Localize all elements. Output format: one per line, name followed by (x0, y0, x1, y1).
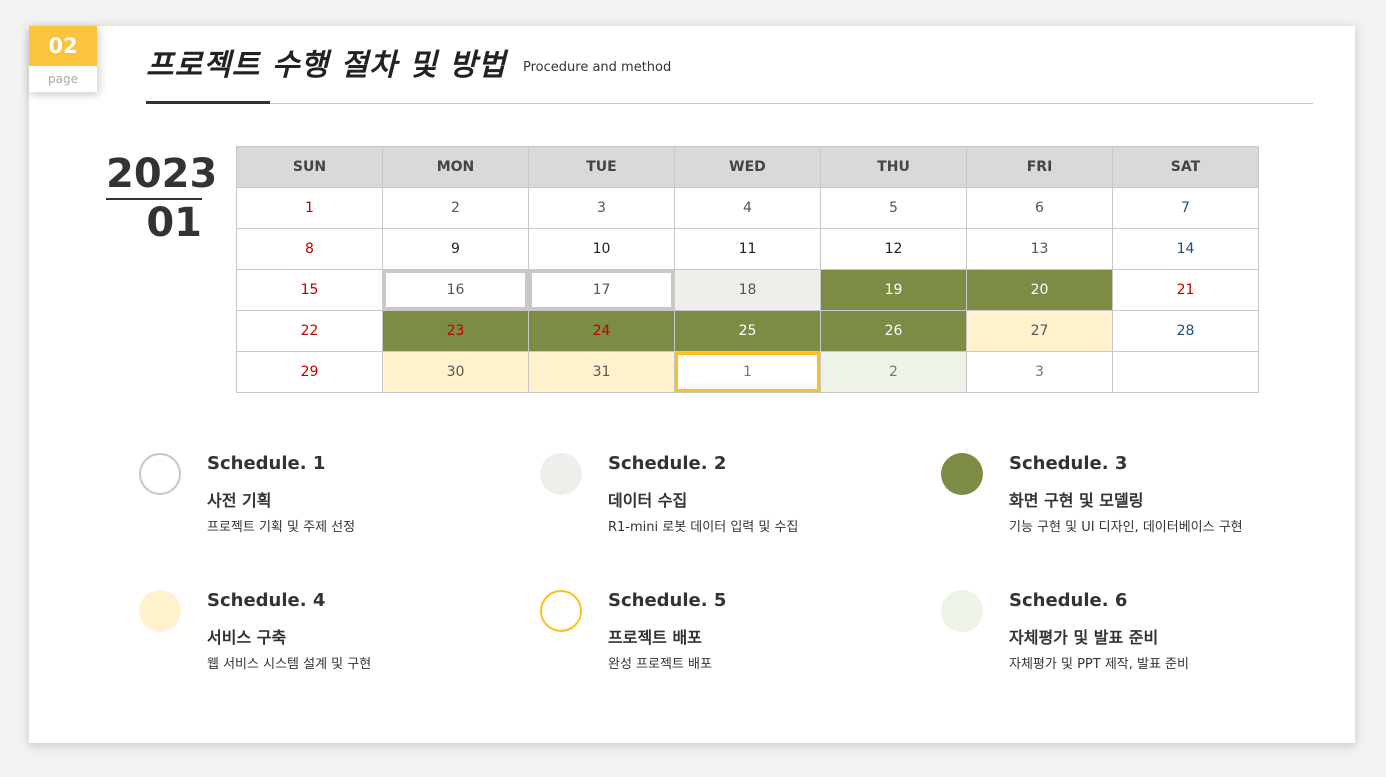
day-cell: 6 (966, 187, 1113, 229)
schedule-5-marker-icon (540, 590, 582, 632)
weekday-fri: FRI (966, 146, 1113, 188)
schedule-3-heading: Schedule. 3 (1009, 453, 1128, 474)
day-cell-schedule-4: 30 (382, 351, 529, 393)
day-cell: 3 (966, 351, 1113, 393)
schedule-4-marker-icon (139, 590, 181, 632)
schedule-3-name: 화면 구현 및 모델링 (1009, 491, 1144, 510)
day-cell: 13 (966, 228, 1113, 270)
day-cell: 22 (236, 310, 383, 352)
schedule-2-marker-icon (540, 453, 582, 495)
schedule-1-name: 사전 기획 (207, 491, 272, 510)
calendar-week: 29 30 31 1 2 3 (236, 351, 1259, 393)
schedule-6-name: 자체평가 및 발표 준비 (1009, 628, 1159, 647)
schedule-6-description: 자체평가 및 PPT 제작, 발표 준비 (1009, 657, 1189, 672)
schedule-5-name: 프로젝트 배포 (608, 628, 702, 647)
schedule-1-heading: Schedule. 1 (207, 453, 326, 474)
day-cell-schedule-4: 31 (528, 351, 675, 393)
weekday-mon: MON (382, 146, 529, 188)
calendar-table: SUN MON TUE WED THU FRI SAT 1 2 3 4 5 6 … (236, 146, 1259, 393)
day-cell: 14 (1112, 228, 1259, 270)
schedule-2-description: R1-mini 로봇 데이터 입력 및 수집 (608, 520, 799, 535)
weekday-header-row: SUN MON TUE WED THU FRI SAT (236, 146, 1259, 188)
day-cell-schedule-1: 16 (382, 269, 529, 311)
page-number: 02 (29, 26, 97, 66)
day-cell: 10 (528, 228, 675, 270)
calendar-week: 1 2 3 4 5 6 7 (236, 187, 1259, 229)
schedule-4-description: 웹 서비스 시스템 설계 및 구현 (207, 657, 372, 672)
page-badge: 02 page (29, 26, 97, 92)
day-cell: 7 (1112, 187, 1259, 229)
schedule-2-heading: Schedule. 2 (608, 453, 727, 474)
schedule-6-marker-icon (941, 590, 983, 632)
day-cell-schedule-6: 2 (820, 351, 967, 393)
schedule-5-description: 완성 프로젝트 배포 (608, 657, 712, 672)
calendar-week: 15 16 17 18 19 20 21 (236, 269, 1259, 311)
day-cell: 4 (674, 187, 821, 229)
schedule-3-marker-icon (941, 453, 983, 495)
day-cell: 3 (528, 187, 675, 229)
day-cell: 21 (1112, 269, 1259, 311)
weekday-thu: THU (820, 146, 967, 188)
page-subtitle: Procedure and method (523, 60, 672, 75)
day-cell-schedule-3: 20 (966, 269, 1113, 311)
calendar: SUN MON TUE WED THU FRI SAT 1 2 3 4 5 6 … (236, 146, 1259, 393)
day-cell-schedule-2: 18 (674, 269, 821, 311)
schedule-2-name: 데이터 수집 (608, 491, 688, 510)
weekday-tue: TUE (528, 146, 675, 188)
day-cell-schedule-3: 19 (820, 269, 967, 311)
day-cell: 9 (382, 228, 529, 270)
schedule-3-description: 기능 구현 및 UI 디자인, 데이터베이스 구현 (1009, 520, 1243, 535)
calendar-week: 8 9 10 11 12 13 14 (236, 228, 1259, 270)
schedule-6-heading: Schedule. 6 (1009, 590, 1128, 611)
title-divider (146, 103, 1313, 104)
weekday-sun: SUN (236, 146, 383, 188)
title-underline-accent (146, 101, 270, 104)
day-cell: 8 (236, 228, 383, 270)
schedule-5-heading: Schedule. 5 (608, 590, 727, 611)
schedule-1-description: 프로젝트 기획 및 주제 선정 (207, 520, 356, 535)
weekday-sat: SAT (1112, 146, 1259, 188)
day-cell-schedule-1: 17 (528, 269, 675, 311)
day-cell-empty (1112, 351, 1259, 393)
day-cell: 28 (1112, 310, 1259, 352)
schedule-4-heading: Schedule. 4 (207, 590, 326, 611)
weekday-wed: WED (674, 146, 821, 188)
day-cell: 12 (820, 228, 967, 270)
day-cell: 1 (236, 187, 383, 229)
page-label: page (48, 72, 78, 86)
day-cell: 15 (236, 269, 383, 311)
day-cell-schedule-4: 27 (966, 310, 1113, 352)
calendar-year: 2023 (106, 150, 217, 200)
day-cell: 29 (236, 351, 383, 393)
calendar-week: 22 23 24 25 26 27 28 (236, 310, 1259, 352)
day-cell: 11 (674, 228, 821, 270)
day-cell-schedule-5: 1 (674, 351, 821, 393)
day-cell-schedule-3: 24 (528, 310, 675, 352)
page-title: 프로젝트 수행 절차 및 방법 (146, 48, 507, 83)
calendar-month: 01 (146, 200, 202, 246)
day-cell: 2 (382, 187, 529, 229)
day-cell: 5 (820, 187, 967, 229)
day-cell-schedule-3: 25 (674, 310, 821, 352)
day-cell-schedule-3: 26 (820, 310, 967, 352)
schedule-1-marker-icon (139, 453, 181, 495)
day-cell-schedule-3: 23 (382, 310, 529, 352)
schedule-4-name: 서비스 구축 (207, 628, 287, 647)
